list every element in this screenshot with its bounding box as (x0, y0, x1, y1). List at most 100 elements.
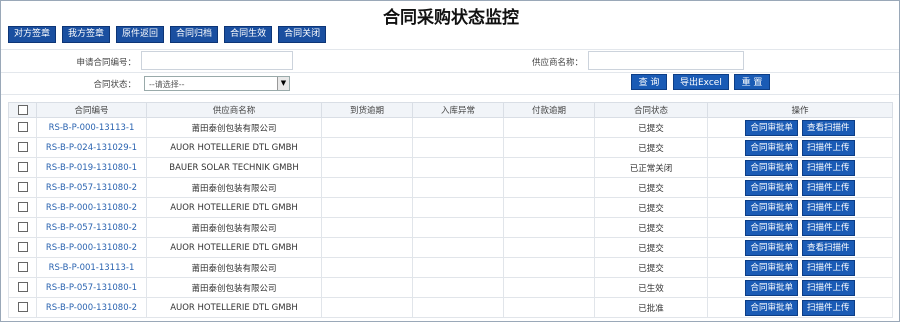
page-title: 合同采购状态监控 (383, 8, 519, 28)
contract-code-link[interactable]: RS-B-P-000-131080-2 (36, 297, 147, 318)
contract-close-button[interactable]: 合同关闭 (278, 26, 327, 43)
stock-exception-cell (412, 117, 504, 138)
row-checkbox[interactable] (17, 282, 28, 293)
row-checkbox[interactable] (17, 222, 28, 233)
payment-overdue-cell (503, 137, 595, 158)
actions-cell: 合同审批单 查看扫描件 (707, 237, 893, 258)
status-cell: 已提交 (594, 197, 708, 218)
toolbar: 对方签章 我方签章 原件返回 合同归档 合同生效 合同关闭 (8, 26, 327, 43)
payment-overdue-cell (503, 297, 595, 318)
status-select-value: --请选择-- (149, 80, 185, 89)
row-checkbox[interactable] (17, 302, 28, 313)
scan-action-button[interactable]: 查看扫描件 (802, 119, 855, 136)
contract-code-link[interactable]: RS-B-P-001-13113-1 (36, 257, 147, 278)
row-checkbox[interactable] (17, 122, 28, 133)
stock-exception-cell (412, 157, 504, 178)
supplier-cell: 莆田泰创包装有限公司 (146, 277, 322, 298)
status-select[interactable]: --请选择-- ▼ (144, 76, 290, 91)
supplier-cell: 莆田泰创包装有限公司 (146, 257, 322, 278)
contract-effective-button[interactable]: 合同生效 (224, 26, 273, 43)
counterparty-sign-button[interactable]: 对方签章 (8, 26, 57, 43)
payment-overdue-cell (503, 217, 595, 238)
stock-exception-cell (412, 237, 504, 258)
table-row: RS-B-P-019-131080-1 BAUER SOLAR TECHNIK G… (8, 157, 893, 178)
supplier-cell: 莆田泰创包装有限公司 (146, 117, 322, 138)
scan-action-button[interactable]: 扫描件上传 (802, 259, 855, 276)
row-checkbox[interactable] (17, 202, 28, 213)
row-select-cell (8, 157, 37, 178)
row-checkbox[interactable] (17, 142, 28, 153)
supplier-input[interactable] (588, 51, 744, 70)
row-select-cell (8, 137, 37, 158)
status-cell: 已提交 (594, 177, 708, 198)
actions-cell: 合同审批单 扫描件上传 (707, 297, 893, 318)
contract-code-link[interactable]: RS-B-P-019-131080-1 (36, 157, 147, 178)
approval-form-button[interactable]: 合同审批单 (745, 259, 798, 276)
col-header-payment-overdue[interactable]: 付款逾期 (503, 102, 595, 118)
contract-code-link[interactable]: RS-B-P-057-131080-2 (36, 177, 147, 198)
delivery-overdue-cell (321, 257, 413, 278)
contract-archive-button[interactable]: 合同归档 (170, 26, 219, 43)
table-header-row: 合同编号 供应商名称 到货逾期 入库异常 付款逾期 合同状态 操作 (8, 102, 893, 118)
supplier-cell: AUOR HOTELLERIE DTL GMBH (146, 137, 322, 158)
row-select-cell (8, 217, 37, 238)
approval-form-button[interactable]: 合同审批单 (745, 199, 798, 216)
query-button[interactable]: 查 询 (631, 74, 667, 90)
stock-exception-cell (412, 277, 504, 298)
payment-overdue-cell (503, 197, 595, 218)
approval-form-button[interactable]: 合同审批单 (745, 279, 798, 296)
col-header-stock-exception[interactable]: 入库异常 (412, 102, 504, 118)
contract-code-link[interactable]: RS-B-P-057-131080-1 (36, 277, 147, 298)
actions-cell: 合同审批单 扫描件上传 (707, 257, 893, 278)
col-header-supplier[interactable]: 供应商名称 (146, 102, 322, 118)
table-body: RS-B-P-000-13113-1 莆田泰创包装有限公司 已提交 合同审批单 查看扫描… (8, 117, 893, 318)
original-return-button[interactable]: 原件返回 (116, 26, 165, 43)
delivery-overdue-cell (321, 137, 413, 158)
stock-exception-cell (412, 197, 504, 218)
apply-no-input[interactable] (141, 51, 293, 70)
approval-form-button[interactable]: 合同审批单 (745, 179, 798, 196)
our-sign-button[interactable]: 我方签章 (62, 26, 111, 43)
reset-button[interactable]: 重 置 (734, 74, 770, 90)
delivery-overdue-cell (321, 157, 413, 178)
contract-code-link[interactable]: RS-B-P-024-131029-1 (36, 137, 147, 158)
actions-cell: 合同审批单 扫描件上传 (707, 197, 893, 218)
scan-action-button[interactable]: 扫描件上传 (802, 199, 855, 216)
row-checkbox[interactable] (17, 162, 28, 173)
row-checkbox[interactable] (17, 242, 28, 253)
row-select-cell (8, 277, 37, 298)
actions-cell: 合同审批单 扫描件上传 (707, 217, 893, 238)
scan-action-button[interactable]: 扫描件上传 (802, 299, 855, 316)
export-excel-button[interactable]: 导出Excel (673, 74, 729, 90)
approval-form-button[interactable]: 合同审批单 (745, 299, 798, 316)
status-cell: 已生效 (594, 277, 708, 298)
table-row: RS-B-P-000-13113-1 莆田泰创包装有限公司 已提交 合同审批单 查看扫描… (8, 117, 893, 138)
actions-cell: 合同审批单 扫描件上传 (707, 177, 893, 198)
scan-action-button[interactable]: 扫描件上传 (802, 219, 855, 236)
contract-code-link[interactable]: RS-B-P-000-131080-2 (36, 197, 147, 218)
supplier-label: 供应商名称： (531, 58, 583, 68)
supplier-cell: AUOR HOTELLERIE DTL GMBH (146, 237, 322, 258)
row-checkbox[interactable] (17, 182, 28, 193)
scan-action-button[interactable]: 查看扫描件 (802, 239, 855, 256)
col-header-code[interactable]: 合同编号 (36, 102, 147, 118)
scan-action-button[interactable]: 扫描件上传 (802, 139, 855, 156)
col-header-delivery-overdue[interactable]: 到货逾期 (321, 102, 413, 118)
chevron-down-icon[interactable]: ▼ (277, 77, 289, 90)
row-checkbox[interactable] (17, 262, 28, 273)
status-cell: 已提交 (594, 257, 708, 278)
approval-form-button[interactable]: 合同审批单 (745, 119, 798, 136)
select-all-checkbox[interactable] (17, 104, 28, 115)
contract-code-link[interactable]: RS-B-P-000-13113-1 (36, 117, 147, 138)
col-header-status[interactable]: 合同状态 (594, 102, 708, 118)
approval-form-button[interactable]: 合同审批单 (745, 239, 798, 256)
approval-form-button[interactable]: 合同审批单 (745, 139, 798, 156)
scan-action-button[interactable]: 扫描件上传 (802, 179, 855, 196)
status-cell: 已正常关闭 (594, 157, 708, 178)
contract-code-link[interactable]: RS-B-P-057-131080-2 (36, 217, 147, 238)
approval-form-button[interactable]: 合同审批单 (745, 159, 798, 176)
approval-form-button[interactable]: 合同审批单 (745, 219, 798, 236)
contract-code-link[interactable]: RS-B-P-000-131080-2 (36, 237, 147, 258)
scan-action-button[interactable]: 扫描件上传 (802, 159, 855, 176)
scan-action-button[interactable]: 扫描件上传 (802, 279, 855, 296)
